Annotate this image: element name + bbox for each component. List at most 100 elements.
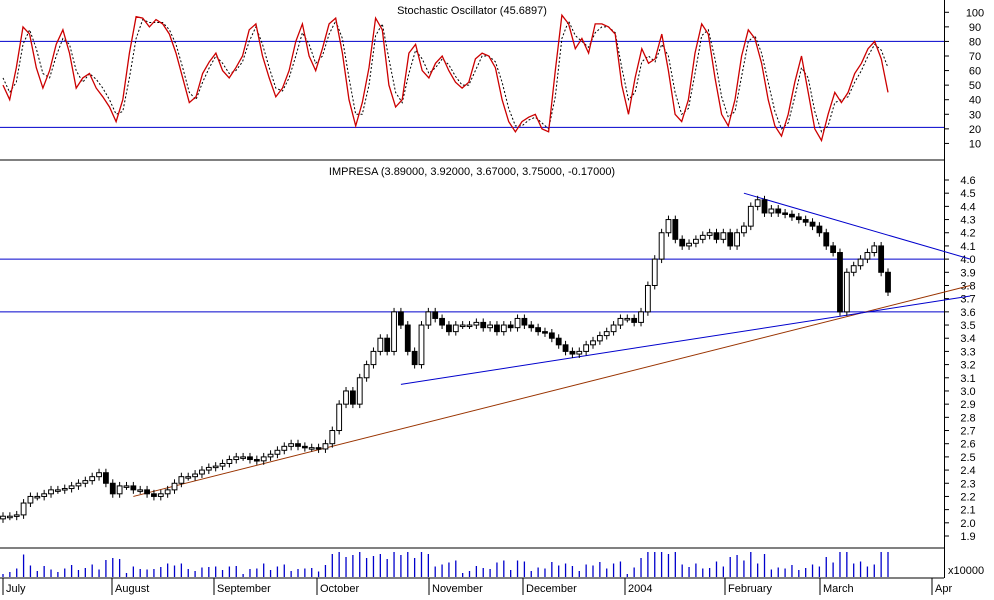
price-tick-label: 2.9 (960, 399, 975, 411)
candle-body (89, 476, 96, 482)
price-tick-label: 2.8 (960, 412, 975, 424)
candle-body (473, 321, 480, 326)
price-tick-label: 2.2 (960, 491, 975, 503)
candle-body (370, 350, 377, 366)
stock-chart: Stochastic Oscillator (45.6897) IMPRESA … (0, 0, 994, 595)
candle-body (569, 350, 576, 355)
price-tick-label: 3.4 (960, 333, 975, 345)
candle-body (432, 311, 439, 319)
time-axis-label: February (728, 583, 773, 595)
candle-body (404, 324, 411, 352)
candle-body (219, 462, 226, 467)
candle-body (624, 317, 631, 321)
candle-body (199, 469, 205, 475)
candle-body (253, 459, 260, 462)
candle-body (363, 364, 370, 379)
candle-body (192, 473, 198, 478)
stochastic-tick-label: 80 (969, 36, 981, 48)
candle-body (754, 199, 761, 207)
candle-body (590, 340, 596, 346)
stochastic-tick-label: 30 (969, 109, 981, 121)
candle-body (103, 472, 109, 484)
price-tick-label: 4.0 (960, 254, 975, 266)
candle-body (672, 219, 679, 240)
candle-body (864, 252, 871, 260)
price-tick-label: 4.2 (960, 228, 975, 240)
candle-body (638, 311, 644, 323)
candle-body (693, 238, 699, 244)
candle-body (823, 232, 830, 247)
candle-body (679, 238, 686, 247)
candle-body (809, 221, 816, 227)
price-tick-label: 3.9 (960, 267, 975, 279)
candle-body (816, 225, 823, 234)
candle-body (617, 317, 624, 326)
candle-body (281, 445, 288, 451)
candle-body (157, 493, 164, 497)
price-tick-label: 2.0 (960, 518, 975, 530)
candle-body (562, 344, 569, 352)
candle-body (548, 332, 555, 339)
candle-body (301, 445, 308, 449)
stochastic-tick-label: 100 (966, 7, 984, 19)
candle-body (185, 476, 192, 479)
stochastic-tick-label: 60 (969, 66, 981, 78)
price-tick-label: 4.4 (960, 201, 975, 213)
price-tick-label: 2.1 (960, 505, 975, 517)
candle-body (446, 324, 452, 333)
price-tick-label: 3.5 (960, 320, 975, 332)
candle-body (137, 489, 144, 492)
candle-body (795, 216, 802, 221)
candle-body (377, 337, 384, 352)
price-tick-label: 2.3 (960, 478, 975, 490)
candle-body (583, 344, 590, 352)
time-axis-label: March (823, 583, 854, 595)
candle-body (322, 443, 329, 450)
candle-body (857, 258, 864, 267)
candle-body (459, 324, 466, 328)
candle-body (535, 327, 542, 333)
candle-body (41, 493, 48, 497)
candle-body (843, 271, 850, 313)
candle-body (837, 252, 843, 313)
candle-body (144, 489, 150, 495)
candle-body (542, 331, 548, 334)
candle-body (260, 456, 267, 462)
price-tick-label: 4.1 (960, 241, 975, 253)
candle-body (480, 321, 487, 329)
candle-body (212, 465, 219, 469)
candle-body (576, 350, 583, 355)
candle-body (885, 271, 891, 293)
candle-body (699, 234, 706, 240)
time-axis-label: 2004 (628, 583, 652, 595)
candle-body (308, 447, 315, 450)
candle-body (878, 245, 885, 273)
candle-body (75, 482, 82, 487)
candle-body (665, 219, 672, 234)
candle-body (686, 242, 692, 247)
candle-body (514, 317, 521, 329)
candle-body (130, 485, 137, 491)
candle-body (178, 476, 185, 484)
time-axis-label: November (432, 583, 483, 595)
price-tick-label: 3.1 (960, 373, 975, 385)
candle-body (356, 377, 363, 405)
candle-body (267, 453, 274, 458)
candle-body (631, 317, 638, 323)
time-axis-label: October (320, 583, 359, 595)
price-tick-label: 4.5 (960, 188, 975, 200)
candle-body (720, 232, 727, 240)
candle-body (48, 489, 54, 495)
candle-body (528, 324, 535, 329)
candle-body (205, 466, 212, 471)
candle-body (34, 495, 41, 499)
stochastic-tick-label: 20 (969, 124, 981, 136)
candle-body (226, 459, 233, 464)
candle-body (240, 456, 247, 459)
time-axis-label: August (115, 583, 149, 595)
candle-body (713, 232, 720, 240)
stochastic-tick-label: 50 (969, 80, 981, 92)
candle-body (288, 443, 295, 447)
price-chart-title: IMPRESA (3.89000, 3.92000, 3.67000, 3.75… (329, 166, 615, 178)
candle-body (775, 208, 782, 214)
